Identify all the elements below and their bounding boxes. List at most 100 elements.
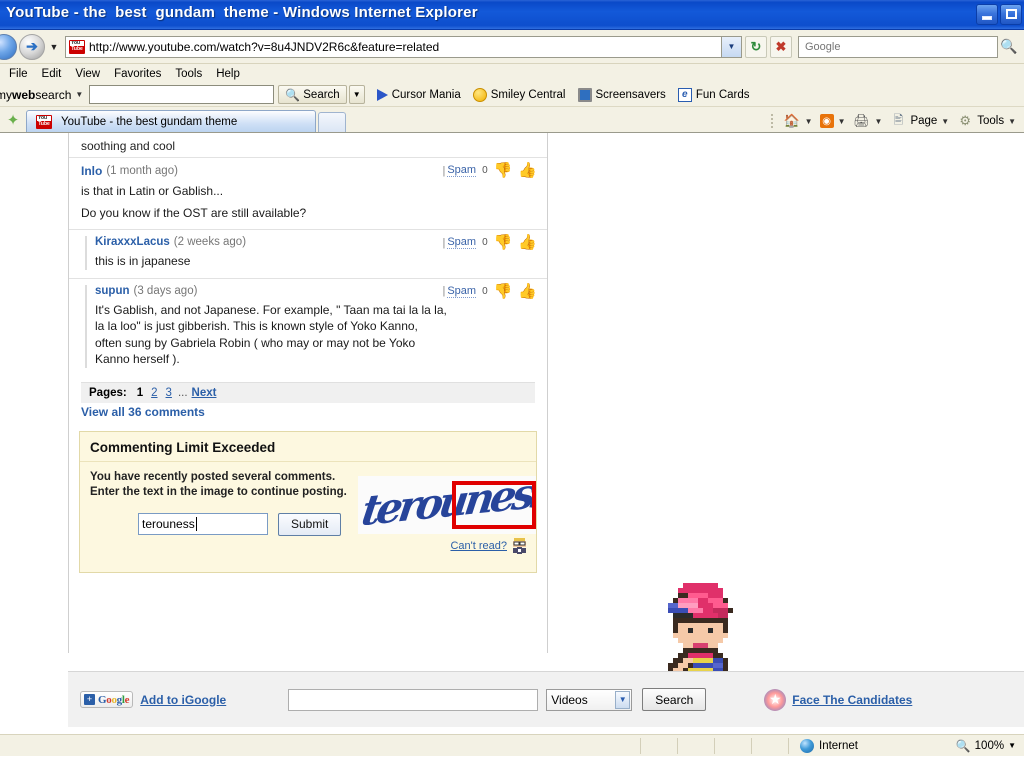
forward-button[interactable]: ➔ [19, 33, 45, 60]
mywebsearch-input[interactable] [89, 85, 275, 104]
spam-link[interactable]: Spam [447, 236, 477, 250]
zoom-control[interactable]: 🔍 100% ▼ [956, 739, 1016, 753]
nerd-face-icon [511, 537, 528, 554]
next-page-link[interactable]: Next [192, 387, 217, 399]
cursor-mania-label: Cursor Mania [391, 88, 461, 101]
menu-item-edit[interactable]: Edit [35, 67, 69, 81]
cant-read-link[interactable]: Can't read? [450, 540, 507, 552]
page-link-2[interactable]: 2 [151, 387, 157, 399]
mywebsearch-search-button[interactable]: 🔍 Search [278, 85, 347, 104]
thumbs-up-icon[interactable]: 👍 [518, 284, 537, 299]
comment-author[interactable]: KiraxxxLacus [95, 236, 170, 248]
page-menu-label[interactable]: Page [910, 115, 937, 127]
comment-author[interactable]: supun [95, 285, 130, 297]
gear-icon[interactable]: ⚙ [956, 113, 974, 129]
spam-link[interactable]: Spam [447, 285, 477, 298]
toolbar-link-screensavers[interactable]: Screensavers [577, 87, 666, 102]
print-dropdown-icon[interactable]: ▼ [875, 117, 883, 126]
address-dropdown-button[interactable]: ▼ [722, 35, 742, 58]
address-url-text: http://www.youtube.com/watch?v=8u4JNDV2R… [89, 39, 440, 54]
menu-item-tools[interactable]: Tools [168, 67, 209, 81]
google-footer: + Google Add to iGoogle Videos ▼ Search … [68, 671, 1024, 727]
minimize-button[interactable] [976, 4, 998, 25]
toolbar-link-cursor-mania[interactable]: Cursor Mania [376, 88, 461, 101]
favorites-star-icon[interactable]: ✦ [0, 111, 26, 132]
view-all-comments-link[interactable]: View all 36 comments [81, 405, 205, 419]
google-search-button[interactable]: Search [642, 688, 707, 711]
nerd-svg [513, 537, 526, 554]
mywebsearch-dropdown-icon[interactable]: ▼ [75, 90, 83, 99]
page-link-3[interactable]: 3 [166, 387, 172, 399]
thumbs-down-icon[interactable]: 👎 [494, 284, 513, 299]
rss-icon[interactable]: ◉ [819, 114, 834, 128]
menu-item-file[interactable]: File [2, 67, 35, 81]
text-caret [195, 517, 197, 532]
captcha-highlight-rectangle [452, 480, 536, 529]
add-to-igoogle-link[interactable]: Add to iGoogle [140, 693, 226, 707]
comment-timestamp: (2 weeks ago) [173, 236, 247, 249]
smiley-central-label: Smiley Central [490, 88, 566, 101]
status-bar: Internet 🔍 100% ▼ [0, 734, 1024, 756]
face-the-candidates-link[interactable]: Face The Candidates [792, 693, 912, 707]
tools-dropdown-icon[interactable]: ▼ [1008, 117, 1016, 126]
window-title: YouTube - the best gundam theme - Window… [6, 4, 478, 21]
funcards-icon: e [677, 87, 692, 102]
spam-separator: | [442, 164, 446, 177]
menu-item-favorites[interactable]: Favorites [107, 67, 168, 81]
add-to-igoogle-button[interactable]: + Google [80, 691, 134, 708]
window-title-bar: YouTube - the best gundam theme - Window… [0, 0, 1024, 30]
brand-search: search [35, 87, 72, 102]
status-segment [751, 737, 752, 754]
stop-icon[interactable]: ✖ [770, 35, 792, 58]
menu-item-view[interactable]: View [68, 67, 107, 81]
thumbs-down-icon[interactable]: 👎 [494, 235, 513, 250]
new-tab-button[interactable] [318, 112, 346, 132]
search-category-select[interactable]: Videos ▼ [546, 688, 633, 711]
spam-separator: | [442, 236, 446, 249]
history-dropdown-icon[interactable]: ▼ [47, 42, 61, 52]
search-go-icon[interactable]: 🔍 [998, 38, 1020, 55]
command-bar-grip[interactable] [769, 113, 774, 129]
pages-label: Pages: [89, 386, 127, 399]
submit-button[interactable]: Submit [278, 512, 342, 536]
page-icon[interactable]: 🖹 [889, 113, 907, 129]
restore-button[interactable] [1000, 4, 1022, 25]
address-input[interactable]: http://www.youtube.com/watch?v=8u4JNDV2R… [65, 35, 722, 58]
back-button[interactable] [0, 33, 17, 60]
globe-icon [800, 738, 814, 753]
thumbs-down-icon[interactable]: 👎 [494, 163, 513, 178]
tools-menu-label[interactable]: Tools [977, 115, 1004, 127]
toolbar-link-smiley-central[interactable]: Smiley Central [472, 87, 566, 102]
refresh-icon[interactable]: ↻ [745, 35, 767, 58]
commenting-limit-panel: Commenting Limit Exceeded You have recen… [79, 430, 537, 573]
toolbar-link-fun-cards[interactable]: e Fun Cards [677, 87, 750, 102]
pagination: Pages: 1 2 3 ... Next [81, 381, 535, 403]
spam-link[interactable]: Spam [447, 164, 477, 177]
mywebsearch-logo: mywebsearch [0, 88, 71, 102]
comment-body: is that in Latin or Gablish... [81, 184, 224, 198]
comment-author[interactable]: Inlo [81, 164, 102, 178]
security-zone[interactable]: Internet [800, 738, 858, 753]
page-viewport: soothing and cool Inlo (1 month ago) | S… [0, 133, 1024, 734]
restore-icon [1006, 9, 1017, 19]
tab-youtube-favicon [36, 114, 52, 129]
thumbs-up-icon[interactable]: 👍 [518, 235, 537, 250]
browser-search-box[interactable] [798, 35, 998, 58]
google-search-input[interactable] [288, 688, 539, 711]
smiley-icon [472, 87, 487, 102]
browser-search-input[interactable] [803, 39, 993, 54]
home-dropdown-icon[interactable]: ▼ [805, 117, 813, 126]
face-the-candidates: ★ Face The Candidates [764, 688, 912, 711]
rss-dropdown-icon[interactable]: ▼ [838, 117, 846, 126]
menu-item-help[interactable]: Help [209, 67, 247, 81]
captcha-input[interactable]: terouness [138, 513, 268, 536]
home-icon[interactable]: 🏠 [783, 113, 801, 129]
zoom-dropdown-icon[interactable]: ▼ [1008, 741, 1016, 750]
page-dropdown-icon[interactable]: ▼ [941, 117, 949, 126]
mywebsearch-search-dropdown-icon[interactable]: ▼ [348, 85, 365, 104]
thumbs-up-icon[interactable]: 👍 [518, 163, 537, 178]
print-icon[interactable]: 🖨 [853, 113, 871, 129]
chevron-down-icon[interactable]: ▼ [615, 690, 631, 709]
status-segment [677, 737, 678, 754]
tab-youtube[interactable]: YouTube - the best gundam theme [26, 110, 316, 132]
